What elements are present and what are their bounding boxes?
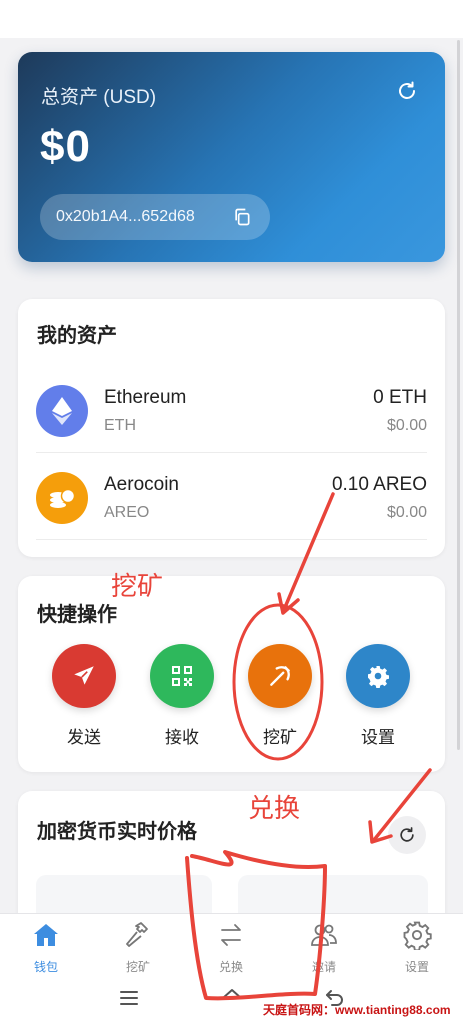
crypto-prices-title: 加密货币实时价格	[37, 821, 197, 843]
nav-settings[interactable]: 设置	[382, 914, 452, 977]
asset-row-ethereum[interactable]: Ethereum ETH 0 ETH $0.00	[18, 373, 445, 461]
gear-icon	[403, 921, 432, 952]
wallet-address-pill[interactable]: 0x20b1A4...652d68	[40, 194, 270, 240]
qrcode-icon	[150, 644, 214, 708]
nav-label: 兑换	[218, 960, 243, 974]
pickaxe-icon	[248, 644, 312, 708]
asset-row-aerocoin[interactable]: Aerocoin AREO 0.10 AREO $0.00	[18, 460, 445, 548]
users-icon	[311, 924, 337, 946]
asset-divider	[36, 452, 427, 453]
nav-exchange[interactable]: 兑换	[196, 914, 266, 977]
mining-button[interactable]: 挖矿	[240, 644, 320, 756]
send-icon	[52, 644, 116, 708]
status-bar-area	[0, 0, 463, 38]
swap-icon	[221, 924, 241, 946]
nav-label: 邀请	[311, 960, 336, 974]
asset-name: Ethereum	[104, 387, 187, 408]
nav-wallet[interactable]: 钱包	[11, 914, 81, 977]
receive-button[interactable]: 接收	[142, 644, 222, 756]
send-label: 发送	[67, 728, 101, 747]
nav-invite[interactable]: 邀请	[289, 914, 359, 977]
bottom-navigation: 钱包 挖矿 兑换 邀请 设置	[0, 913, 463, 976]
asset-usd-value: $0.00	[386, 504, 427, 521]
asset-amount: 0.10 AREO	[331, 474, 427, 495]
nav-label: 挖矿	[125, 960, 150, 974]
home-button-icon[interactable]	[220, 986, 244, 1010]
menu-icon[interactable]	[117, 986, 141, 1010]
gear-icon	[346, 644, 410, 708]
refresh-icon	[400, 827, 414, 842]
send-button[interactable]: 发送	[44, 644, 124, 756]
receive-label: 接收	[165, 728, 199, 747]
refresh-balance-icon[interactable]	[395, 79, 419, 103]
home-icon	[34, 924, 58, 946]
coin-stack-icon	[36, 472, 88, 524]
wallet-address-text: 0x20b1A4...652d68	[56, 208, 195, 225]
ethereum-icon	[36, 385, 88, 437]
watermark-text: 天庭首码网：www.tianting88.com	[263, 1003, 451, 1017]
asset-usd-value: $0.00	[386, 417, 427, 434]
nav-label: 钱包	[33, 960, 58, 974]
total-balance-value: $0	[40, 122, 91, 171]
my-assets-title: 我的资产	[37, 325, 117, 347]
annotation-mining-label: 挖矿	[111, 571, 164, 601]
asset-divider	[36, 539, 427, 540]
asset-symbol: ETH	[104, 417, 136, 434]
quick-actions-card: 快捷操作 发送 接收 挖矿 设置	[18, 576, 445, 772]
mining-label: 挖矿	[263, 728, 297, 747]
asset-amount: 0 ETH	[373, 387, 427, 408]
copy-icon[interactable]	[232, 207, 252, 227]
page-scrollbar[interactable]	[457, 40, 460, 750]
refresh-prices-button[interactable]	[388, 816, 426, 854]
asset-symbol: AREO	[104, 504, 150, 521]
my-assets-card: 我的资产 Ethereum ETH 0 ETH $0.00 Aerocoin A…	[18, 299, 445, 557]
asset-name: Aerocoin	[104, 474, 179, 495]
settings-label: 设置	[361, 728, 395, 747]
settings-button[interactable]: 设置	[338, 644, 418, 756]
total-assets-label: 总资产 (USD)	[41, 87, 157, 108]
total-balance-card: 总资产 (USD) $0 0x20b1A4...652d68	[18, 52, 445, 262]
quick-actions-title: 快捷操作	[37, 604, 117, 626]
nav-label: 设置	[404, 960, 429, 974]
annotation-exchange-label: 兑换	[248, 793, 301, 823]
hammer-icon	[126, 922, 148, 947]
nav-mining[interactable]: 挖矿	[103, 914, 173, 977]
